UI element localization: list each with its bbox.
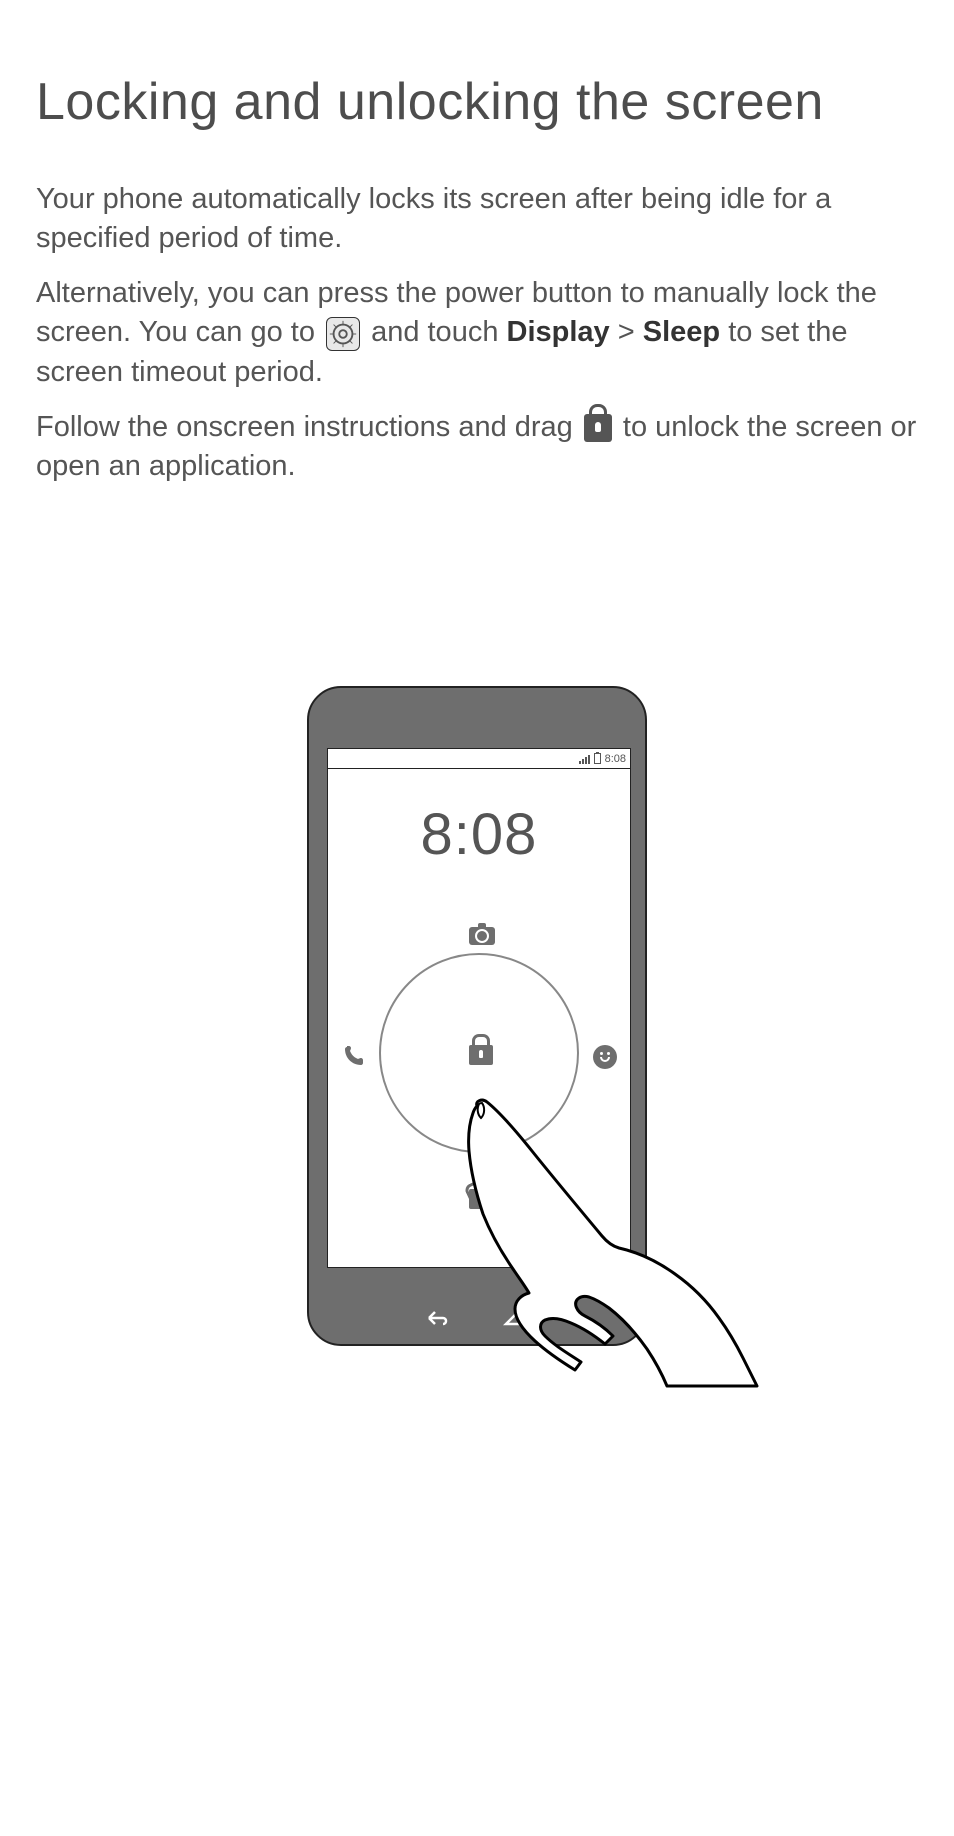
- paragraph-3: Follow the onscreen instructions and dra…: [36, 408, 918, 486]
- lock-icon: [584, 414, 612, 442]
- para2-text-b: and touch: [371, 316, 506, 348]
- phone-shortcut-icon[interactable]: [341, 1045, 365, 1069]
- message-shortcut-icon[interactable]: [593, 1045, 617, 1069]
- para2-sleep-bold: Sleep: [643, 316, 720, 348]
- home-icon[interactable]: [503, 1308, 529, 1328]
- lock-center-icon[interactable]: [469, 1045, 493, 1065]
- back-icon[interactable]: [425, 1308, 451, 1328]
- status-bar: 8:08: [328, 749, 630, 769]
- lockscreen-clock: 8:08: [328, 801, 630, 868]
- status-time: 8:08: [605, 753, 626, 765]
- paragraph-2: Alternatively, you can press the power b…: [36, 274, 918, 391]
- phone-body: 8:08 8:08: [307, 686, 647, 1346]
- phone-screen: 8:08 8:08: [327, 748, 631, 1268]
- paragraph-1: Your phone automatically locks its scree…: [36, 180, 918, 258]
- battery-icon: [594, 753, 601, 764]
- unlock-target-icon[interactable]: [469, 1189, 493, 1209]
- settings-icon: [326, 317, 360, 351]
- para2-display-bold: Display: [507, 316, 610, 348]
- signal-icon: [579, 754, 590, 764]
- phone-illustration: 8:08 8:08: [307, 686, 647, 1346]
- para2-text-c: >: [618, 316, 643, 348]
- page-title: Locking and unlocking the screen: [36, 72, 918, 132]
- camera-shortcut-icon[interactable]: [469, 927, 495, 945]
- para3-text-a: Follow the onscreen instructions and dra…: [36, 411, 581, 443]
- unlock-ring-area: [328, 953, 630, 1153]
- unlock-ring[interactable]: [379, 953, 579, 1153]
- nav-bar: [309, 1308, 645, 1328]
